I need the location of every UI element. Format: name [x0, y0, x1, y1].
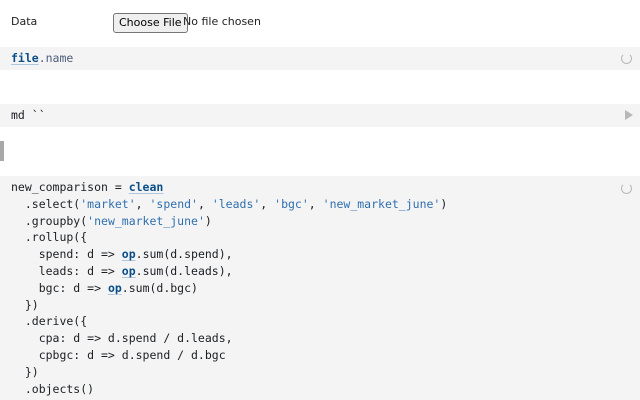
code-text: .sum(d.bgc) — [121, 280, 198, 295]
spinner-icon — [621, 183, 632, 194]
code-line: }) — [11, 297, 447, 314]
cell-code: md `` — [11, 108, 46, 122]
string-literal: 'market' — [80, 196, 136, 211]
code-line: new_comparison = clean — [11, 179, 447, 196]
name-property: .name — [38, 51, 74, 65]
code-line: .objects() — [11, 381, 447, 398]
file-input-row: Data Choose File No file chosen — [0, 0, 640, 46]
cell-code: file.name — [11, 50, 73, 67]
cell-code: new_comparison = clean .select('market',… — [11, 179, 447, 397]
code-text: , — [197, 196, 212, 211]
code-line: .groupby('new_market_june') — [11, 213, 447, 230]
code-text: bgc: d => — [11, 280, 108, 295]
code-text: .groupby( — [11, 213, 88, 228]
string-literal: 'spend' — [149, 196, 198, 211]
file-status-text: No file chosen — [183, 15, 261, 28]
cell-markdown[interactable]: md `` — [0, 104, 640, 127]
code-line: cpbgc: d => d.spend / d.bgc — [11, 347, 447, 364]
code-text: leads: d => — [11, 263, 122, 278]
string-literal: 'leads' — [211, 196, 261, 211]
code-line: cpa: d => d.spend / d.leads, — [11, 330, 447, 347]
code-text: , — [308, 196, 323, 211]
code-text: ) — [204, 213, 212, 228]
cell-new-comparison[interactable]: new_comparison = clean .select('market',… — [0, 176, 640, 400]
code-text: .select( — [11, 196, 81, 211]
code-text: , — [260, 196, 275, 211]
code-line: .rollup({ — [11, 229, 447, 246]
code-text: new_comparison = — [11, 180, 129, 194]
code-line: }) — [11, 364, 447, 381]
code-text: .objects() — [11, 381, 95, 396]
choose-file-button[interactable]: Choose File — [113, 13, 188, 33]
string-literal: 'new_market_june' — [87, 213, 205, 228]
op-reference[interactable]: op — [108, 281, 122, 295]
code-text: cpbgc: d => d.spend / d.bgc — [11, 347, 226, 362]
code-text: spend: d => — [11, 247, 122, 262]
code-text: cpa: d => d.spend / d.leads, — [11, 331, 233, 346]
string-literal: 'new_market_june' — [322, 196, 441, 211]
spinner-icon — [621, 53, 632, 64]
code-text: .derive({ — [11, 314, 88, 329]
code-text: }) — [11, 297, 39, 312]
op-reference[interactable]: op — [122, 247, 136, 261]
code-text: .sum(d.leads), — [135, 263, 233, 278]
code-line: .select('market', 'spend', 'leads', 'bgc… — [11, 196, 447, 213]
code-line: spend: d => op.sum(d.spend), — [11, 246, 447, 263]
code-text: }) — [11, 364, 39, 379]
code-text: .rollup({ — [11, 230, 88, 245]
clean-reference[interactable]: clean — [129, 180, 164, 194]
file-reference[interactable]: file — [11, 51, 39, 65]
code-line: leads: d => op.sum(d.leads), — [11, 263, 447, 280]
code-line: bgc: d => op.sum(d.bgc) — [11, 280, 447, 297]
data-label: Data — [11, 15, 38, 28]
code-line: .derive({ — [11, 313, 447, 330]
code-text: , — [135, 196, 150, 211]
play-icon[interactable] — [625, 110, 633, 120]
op-reference[interactable]: op — [122, 264, 136, 278]
code-text: ) — [440, 196, 448, 211]
string-literal: 'bgc' — [274, 196, 309, 211]
cell-focus-indicator — [0, 141, 4, 161]
cell-file-name[interactable]: file.name — [0, 47, 640, 70]
code-text: .sum(d.spend), — [135, 247, 233, 262]
